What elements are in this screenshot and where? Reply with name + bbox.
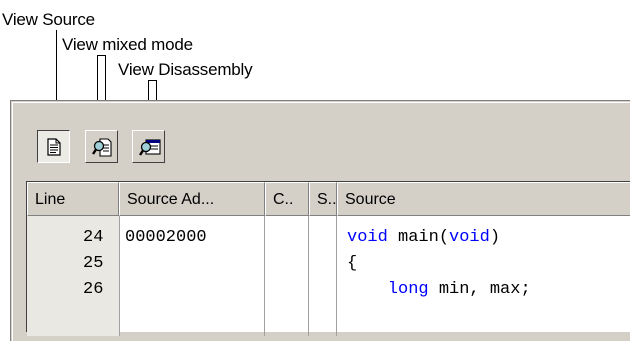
- grid-header: Line Source Ad... C.. S.. Source: [27, 182, 630, 216]
- source-address: 00002000: [125, 228, 207, 247]
- line-number: 25: [83, 254, 104, 273]
- column-divider: [308, 216, 309, 336]
- keyword: void: [449, 228, 490, 247]
- line-number: 24: [83, 228, 104, 247]
- view-mixed-mode-button[interactable]: [85, 130, 118, 163]
- view-mixed-mode-callout: View mixed mode: [62, 35, 193, 54]
- view-disassembly-callout: View Disassembly: [118, 60, 253, 79]
- view-source-callout: View Source: [2, 10, 95, 29]
- keyword: long: [347, 280, 429, 299]
- column-header-s[interactable]: S..: [309, 182, 337, 216]
- view-source-button[interactable]: [37, 130, 70, 163]
- magnifier-document-icon: [92, 138, 112, 157]
- source-code[interactable]: long min, max;: [347, 278, 531, 302]
- magnifier-window-icon: [139, 139, 161, 156]
- column-header-source[interactable]: Source: [337, 182, 630, 216]
- code-text: main(: [387, 228, 450, 247]
- column-header-line[interactable]: Line: [27, 182, 119, 216]
- code-text: ): [489, 228, 501, 247]
- column-divider: [264, 216, 265, 336]
- code-text: min, max;: [428, 280, 531, 299]
- code-text: {: [347, 254, 358, 273]
- source-grid: Line Source Ad... C.. S.. Source 24 0000…: [26, 181, 630, 336]
- line-number: 26: [83, 280, 104, 299]
- column-divider: [336, 216, 337, 336]
- source-code[interactable]: void main(void): [347, 226, 500, 250]
- column-header-c[interactable]: C..: [265, 182, 309, 216]
- keyword: void: [347, 228, 388, 247]
- view-disassembly-button[interactable]: [132, 130, 165, 163]
- document-icon: [47, 138, 61, 156]
- column-header-source-address[interactable]: Source Ad...: [119, 182, 265, 216]
- line-number-column: [27, 216, 120, 336]
- source-code[interactable]: {: [347, 252, 357, 276]
